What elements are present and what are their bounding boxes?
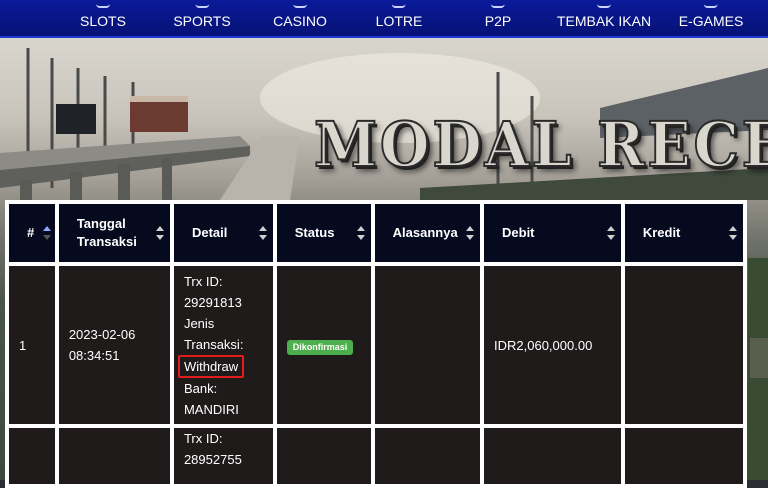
cell-reason (372, 264, 483, 426)
nav-casino-label: CASINO (273, 13, 327, 29)
column-header-alasannya[interactable]: Alasannya (372, 202, 483, 264)
column-header-detail[interactable]: Detail (171, 202, 275, 264)
table-row: 1 2023-02-06 08:34:51 Trx ID: 29291813 J… (7, 264, 745, 426)
cell-time-value: 08:34:51 (68, 348, 120, 363)
nav-slots[interactable]: SLOTS (80, 6, 126, 29)
sort-icon (606, 226, 615, 240)
status-badge: Dikonfirmasi (286, 339, 354, 355)
jenis-value-highlight: Withdraw (177, 354, 245, 378)
nav-sports[interactable]: SPORTS (173, 6, 231, 29)
nav-sports-label: SPORTS (173, 13, 231, 29)
casino-icon (293, 0, 307, 8)
column-header-debit[interactable]: Debit (482, 202, 623, 264)
column-header-no[interactable]: # (7, 202, 57, 264)
e-games-icon (703, 0, 718, 8)
trx-id-value: 28952755 (183, 452, 242, 467)
p2p-icon (491, 0, 505, 8)
column-header-kredit-label: Kredit (642, 225, 681, 240)
table-row: Trx ID: 28952755 (7, 426, 745, 486)
sort-icon (155, 226, 164, 240)
cell-detail: Trx ID: 28952755 (171, 426, 275, 486)
cell-status: Dikonfirmasi (274, 264, 373, 426)
bank-label: Bank: (183, 380, 218, 396)
cell-no: 1 (7, 264, 57, 426)
nav-p2p[interactable]: P2P (484, 6, 512, 29)
cell-kredit (622, 264, 745, 426)
column-header-debit-label: Debit (502, 225, 535, 240)
trx-id-value: 29291813 (183, 294, 242, 310)
nav-p2p-label: P2P (484, 13, 512, 29)
sort-icon (258, 226, 267, 240)
column-header-status[interactable]: Status (274, 202, 373, 264)
slots-icon (96, 0, 110, 8)
tembak-ikan-icon (596, 0, 611, 8)
cell-no (7, 426, 57, 486)
bank-value: MANDIRI (183, 401, 239, 417)
column-header-kredit[interactable]: Kredit (622, 202, 745, 264)
nav-casino[interactable]: CASINO (273, 6, 327, 29)
column-header-tanggal[interactable]: Tanggal Transaksi (56, 202, 172, 264)
column-header-no-label: # (27, 225, 35, 240)
sort-icon (466, 226, 475, 240)
nav-slots-label: SLOTS (80, 13, 126, 29)
top-navigation: SLOTS SPORTS CASINO LOTRE P2P TEMBAK IKA… (0, 0, 768, 38)
column-header-status-label: Status (294, 225, 335, 240)
cell-date-value: 2023-02-06 (68, 327, 136, 342)
sports-icon (195, 0, 209, 8)
column-header-detail-label: Detail (191, 225, 228, 240)
lotre-icon (392, 0, 406, 8)
nav-e-games[interactable]: E-GAMES (678, 6, 744, 29)
column-header-tanggal-label: Tanggal Transaksi (76, 216, 137, 249)
cell-date: 2023-02-06 08:34:51 (56, 264, 172, 426)
sort-icon (729, 226, 737, 240)
trx-id-label: Trx ID: (183, 431, 223, 446)
cell-debit (482, 426, 623, 486)
brand-title: MODAL RECEH (313, 107, 768, 182)
cell-reason (372, 426, 483, 486)
table-header-row: # Tanggal Transaksi Detail Status Alasan… (7, 202, 745, 264)
nav-tembak-ikan-label: TEMBAK IKAN (556, 13, 652, 29)
cell-detail: Trx ID: 29291813 Jenis Transaksi: Withdr… (171, 264, 275, 426)
cell-date (56, 426, 172, 486)
transaksi-label: Transaksi: (183, 336, 244, 352)
cell-kredit (622, 426, 745, 486)
column-header-alasannya-label: Alasannya (392, 225, 458, 240)
nav-tembak-ikan[interactable]: TEMBAK IKAN (556, 6, 652, 29)
nav-lotre[interactable]: LOTRE (375, 6, 423, 29)
cell-status (274, 426, 373, 486)
sort-icon (42, 226, 51, 240)
jenis-label: Jenis (183, 315, 215, 331)
cell-debit: IDR2,060,000.00 (482, 264, 623, 426)
transaction-table: # Tanggal Transaksi Detail Status Alasan… (5, 200, 747, 488)
nav-e-games-label: E-GAMES (678, 13, 744, 29)
trx-id-label: Trx ID: (183, 273, 223, 289)
sort-icon (356, 226, 365, 240)
nav-lotre-label: LOTRE (375, 13, 423, 29)
